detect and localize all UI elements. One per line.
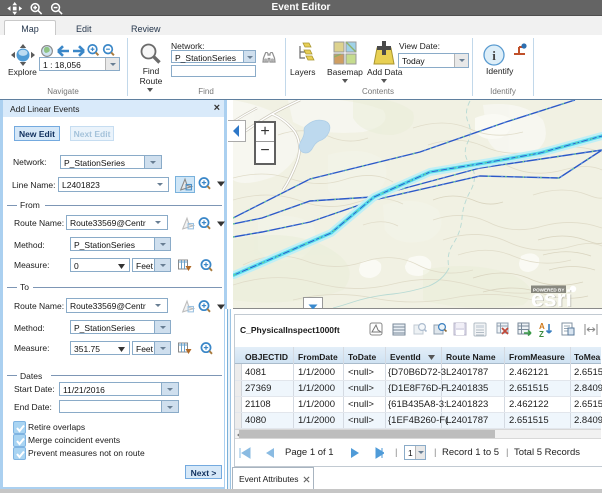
svg-text:i: i <box>492 48 496 63</box>
svg-text:esri: esri <box>531 286 572 309</box>
svg-text:Z: Z <box>539 330 544 338</box>
